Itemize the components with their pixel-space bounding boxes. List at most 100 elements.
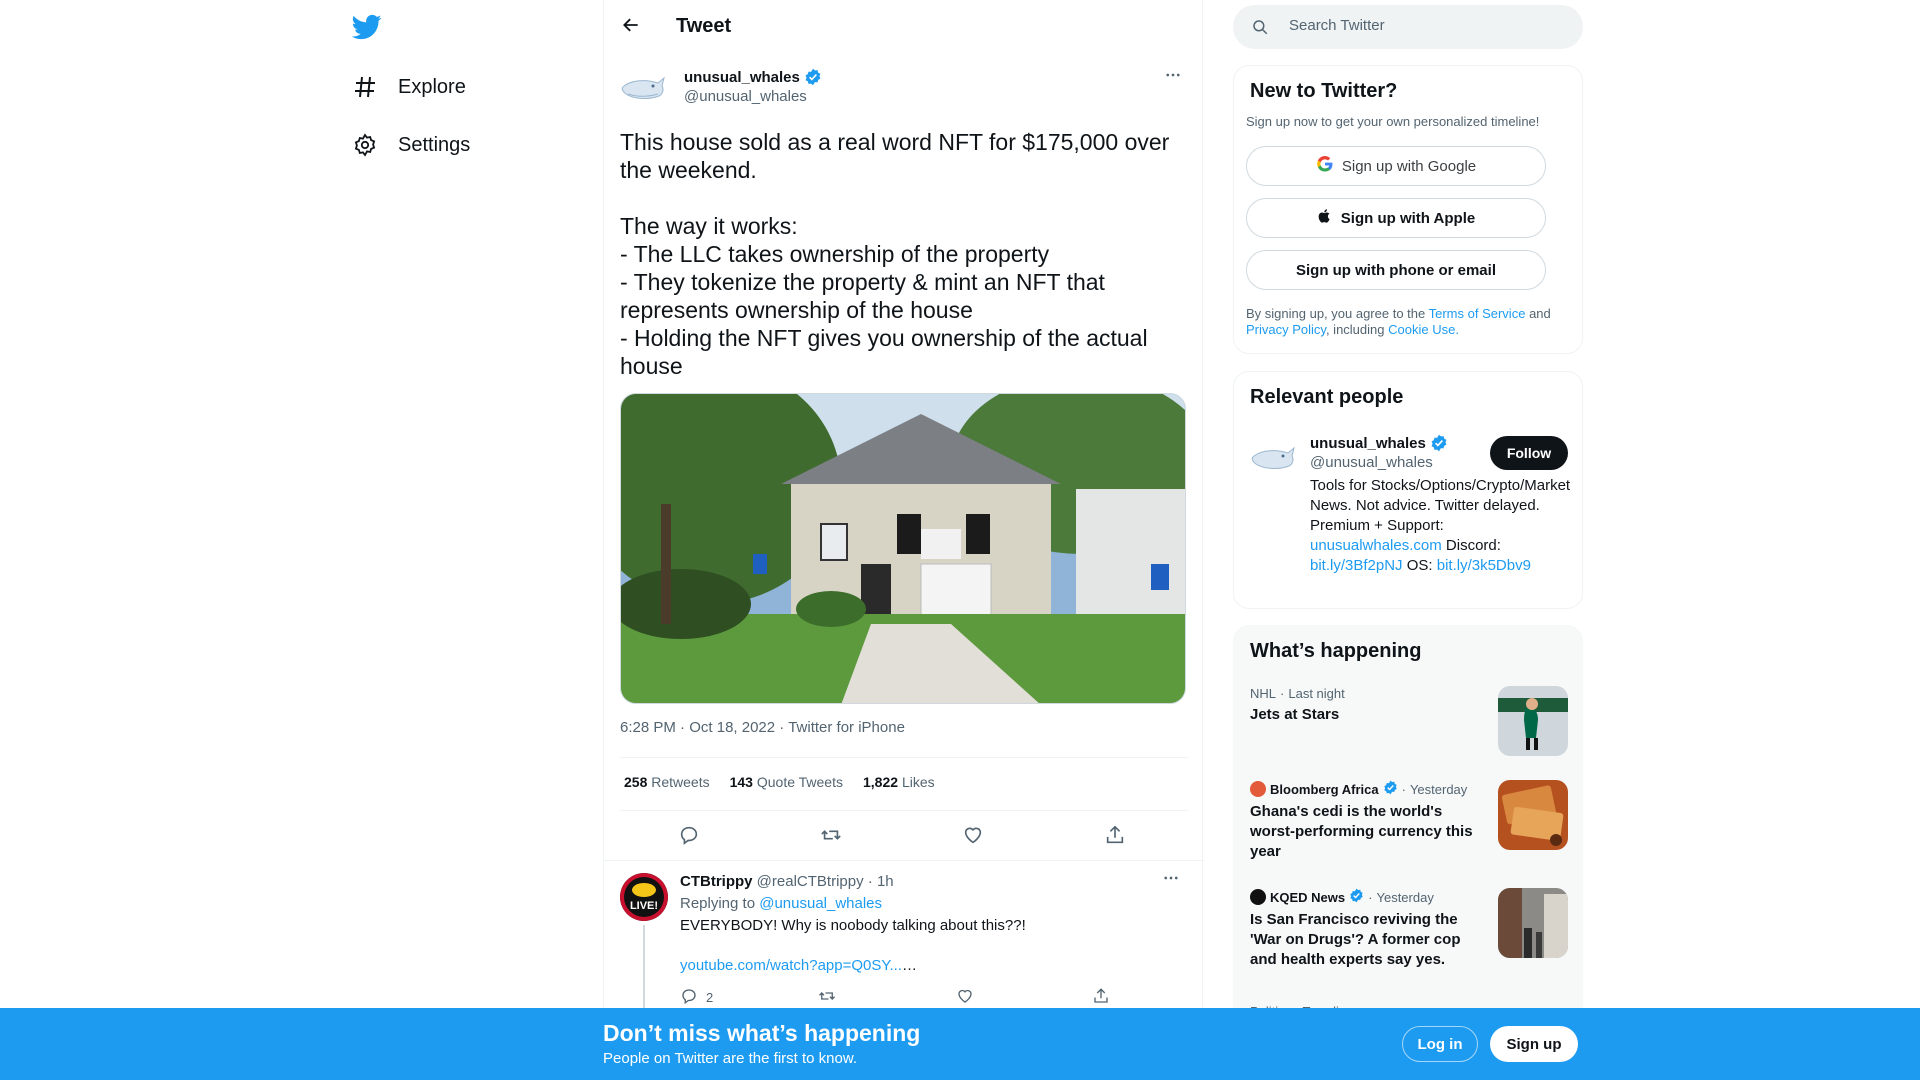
- reply-count: 2: [706, 990, 714, 1005]
- search-icon: [1251, 18, 1269, 41]
- reply-share-button[interactable]: [1092, 987, 1110, 1008]
- trend-item[interactable]: KQED News · Yesterday Is San Francisco r…: [1250, 888, 1568, 978]
- search-box[interactable]: [1233, 5, 1583, 49]
- signup-button[interactable]: Sign up: [1490, 1026, 1578, 1062]
- arrow-left-icon: [621, 15, 641, 40]
- cookie-link[interactable]: Cookie Use.: [1388, 322, 1459, 337]
- avatar[interactable]: LIVE!: [620, 873, 668, 921]
- trend-source: KQED News: [1270, 889, 1346, 905]
- relevant-handle[interactable]: @unusual_whales: [1310, 454, 1433, 471]
- heart-icon: [956, 987, 974, 1008]
- author-name[interactable]: unusual_whales: [684, 68, 822, 86]
- login-button[interactable]: Log in: [1402, 1026, 1478, 1062]
- likes-stat[interactable]: 1,822 Likes: [863, 774, 935, 790]
- trend-title: Jets at Stars: [1250, 706, 1340, 723]
- legal-text-3: , including: [1325, 322, 1385, 337]
- bio-link-discord[interactable]: bit.ly/3Bf2pNJ: [1310, 557, 1403, 574]
- reply-retweet-button[interactable]: [818, 987, 836, 1008]
- meta-separator: ·: [680, 719, 690, 736]
- relevant-people-card: Relevant people unusual_whales @unusual_…: [1233, 371, 1583, 609]
- divider: [620, 810, 1188, 811]
- signup-google-button[interactable]: Sign up with Google: [1246, 146, 1546, 186]
- ellipsis-icon: [1162, 869, 1180, 892]
- author-handle[interactable]: @unusual_whales: [684, 88, 807, 105]
- signup-apple-button[interactable]: Sign up with Apple: [1246, 198, 1546, 238]
- trend-item[interactable]: NHL · Last night Jets at Stars: [1250, 686, 1568, 756]
- bio-link-website[interactable]: unusualwhales.com: [1310, 537, 1442, 554]
- reply-more-button[interactable]: [1158, 867, 1184, 893]
- quotes-stat[interactable]: 143 Quote Tweets: [730, 774, 843, 790]
- verified-badge-icon: [1430, 434, 1448, 452]
- signup-phone-button[interactable]: Sign up with phone or email: [1246, 250, 1546, 290]
- replying-to-link[interactable]: @unusual_whales: [759, 895, 882, 912]
- twitter-logo-icon[interactable]: [351, 12, 384, 44]
- reply-button[interactable]: [672, 820, 706, 854]
- privacy-link[interactable]: Privacy Policy: [1246, 322, 1326, 337]
- avatar[interactable]: [1250, 434, 1298, 482]
- terms-link[interactable]: Terms of Service: [1429, 306, 1526, 321]
- share-button[interactable]: [1098, 820, 1132, 854]
- retweets-label: Retweets: [651, 774, 710, 790]
- bio-text-2: Discord:: [1445, 537, 1501, 554]
- likes-count: 1,822: [863, 774, 899, 790]
- follow-button[interactable]: Follow: [1490, 436, 1568, 470]
- nav-label-explore: Explore: [398, 75, 466, 98]
- heart-icon: [962, 824, 984, 851]
- meta-separator: ·: [779, 719, 789, 736]
- signup-apple-label: Sign up with Apple: [1340, 209, 1476, 227]
- tweet-text: This house sold as a real word NFT for $…: [620, 129, 1170, 379]
- retweets-stat[interactable]: 258 Retweets: [624, 774, 710, 790]
- bio-text-1: Tools for Stocks/Options/Crypto/Market N…: [1310, 477, 1571, 534]
- signup-google-label: Sign up with Google: [1341, 157, 1477, 175]
- trend-time: Last night: [1288, 686, 1345, 701]
- replying-to-prefix: Replying to: [680, 895, 756, 912]
- like-button[interactable]: [956, 820, 990, 854]
- reply-author-handle[interactable]: @realCTBtrippy: [757, 873, 864, 890]
- search-input[interactable]: [1289, 17, 1559, 34]
- trend-item[interactable]: Bloomberg Africa · Yesterday Ghana's ced…: [1250, 780, 1568, 870]
- nav-item-settings[interactable]: Settings: [352, 125, 470, 165]
- quotes-count: 143: [729, 774, 753, 790]
- trend-separator: ·: [1280, 686, 1285, 701]
- retweets-count: 258: [624, 774, 648, 790]
- tweet-source[interactable]: Twitter for iPhone: [788, 719, 905, 736]
- relevant-name-text: unusual_whales: [1310, 434, 1426, 452]
- back-button[interactable]: [614, 10, 648, 44]
- tweet-image[interactable]: [620, 393, 1186, 704]
- bio-link-os[interactable]: bit.ly/3k5Dbv9: [1437, 557, 1531, 574]
- reply-link-row: youtube.com/watch?app=Q0SY...…: [680, 957, 917, 974]
- tweet-author: unusual_whales @unusual_whales: [620, 64, 1188, 116]
- trend-title: Ghana's cedi is the world's worst-perfor…: [1250, 803, 1473, 860]
- reply-time[interactable]: 1h: [877, 873, 894, 890]
- reply-tweet[interactable]: LIVE! CTBtrippy @realCTBtrippy · 1h Repl…: [604, 860, 1204, 1025]
- retweet-icon: [818, 987, 836, 1008]
- reply-author-name[interactable]: CTBtrippy: [680, 873, 753, 890]
- relevant-name[interactable]: unusual_whales: [1310, 434, 1448, 452]
- reply-icon: [680, 987, 698, 1008]
- avatar[interactable]: [620, 64, 668, 112]
- trend-thumbnail: [1498, 686, 1568, 756]
- verified-badge-icon: [1383, 780, 1398, 798]
- retweet-button[interactable]: [814, 820, 848, 854]
- signup-phone-label: Sign up with phone or email: [1295, 261, 1496, 279]
- reply-link[interactable]: youtube.com/watch?app=Q0SY...: [680, 957, 902, 974]
- more-options-button[interactable]: [1160, 64, 1186, 90]
- retweet-icon: [820, 824, 842, 851]
- reply-reply-button[interactable]: 2: [680, 987, 713, 1008]
- tweet-date[interactable]: Oct 18, 2022: [689, 719, 775, 736]
- reply-like-button[interactable]: [956, 987, 974, 1008]
- page-header: Tweet: [604, 0, 1204, 53]
- card-title: Relevant people: [1250, 386, 1404, 408]
- ellipsis-icon: [1164, 66, 1182, 89]
- nav-item-explore[interactable]: Explore: [352, 67, 466, 107]
- tweet-time[interactable]: 6:28 PM: [620, 719, 676, 736]
- tweet-actions: [620, 820, 1188, 860]
- tweet-stats: 258 Retweets 143 Quote Tweets 1,822 Like…: [624, 774, 935, 790]
- google-icon: [1316, 155, 1334, 177]
- nav-label-settings: Settings: [398, 133, 471, 156]
- card-title: New to Twitter?: [1250, 80, 1398, 102]
- tweet-meta: 6:28 PM · Oct 18, 2022 · Twitter for iPh…: [620, 719, 905, 736]
- main-column: Tweet unusual_whales @unusual_whales Thi…: [603, 0, 1204, 1080]
- whats-happening-card: What’s happening NHL · Last night Jets a…: [1233, 625, 1583, 1025]
- share-icon: [1092, 987, 1110, 1008]
